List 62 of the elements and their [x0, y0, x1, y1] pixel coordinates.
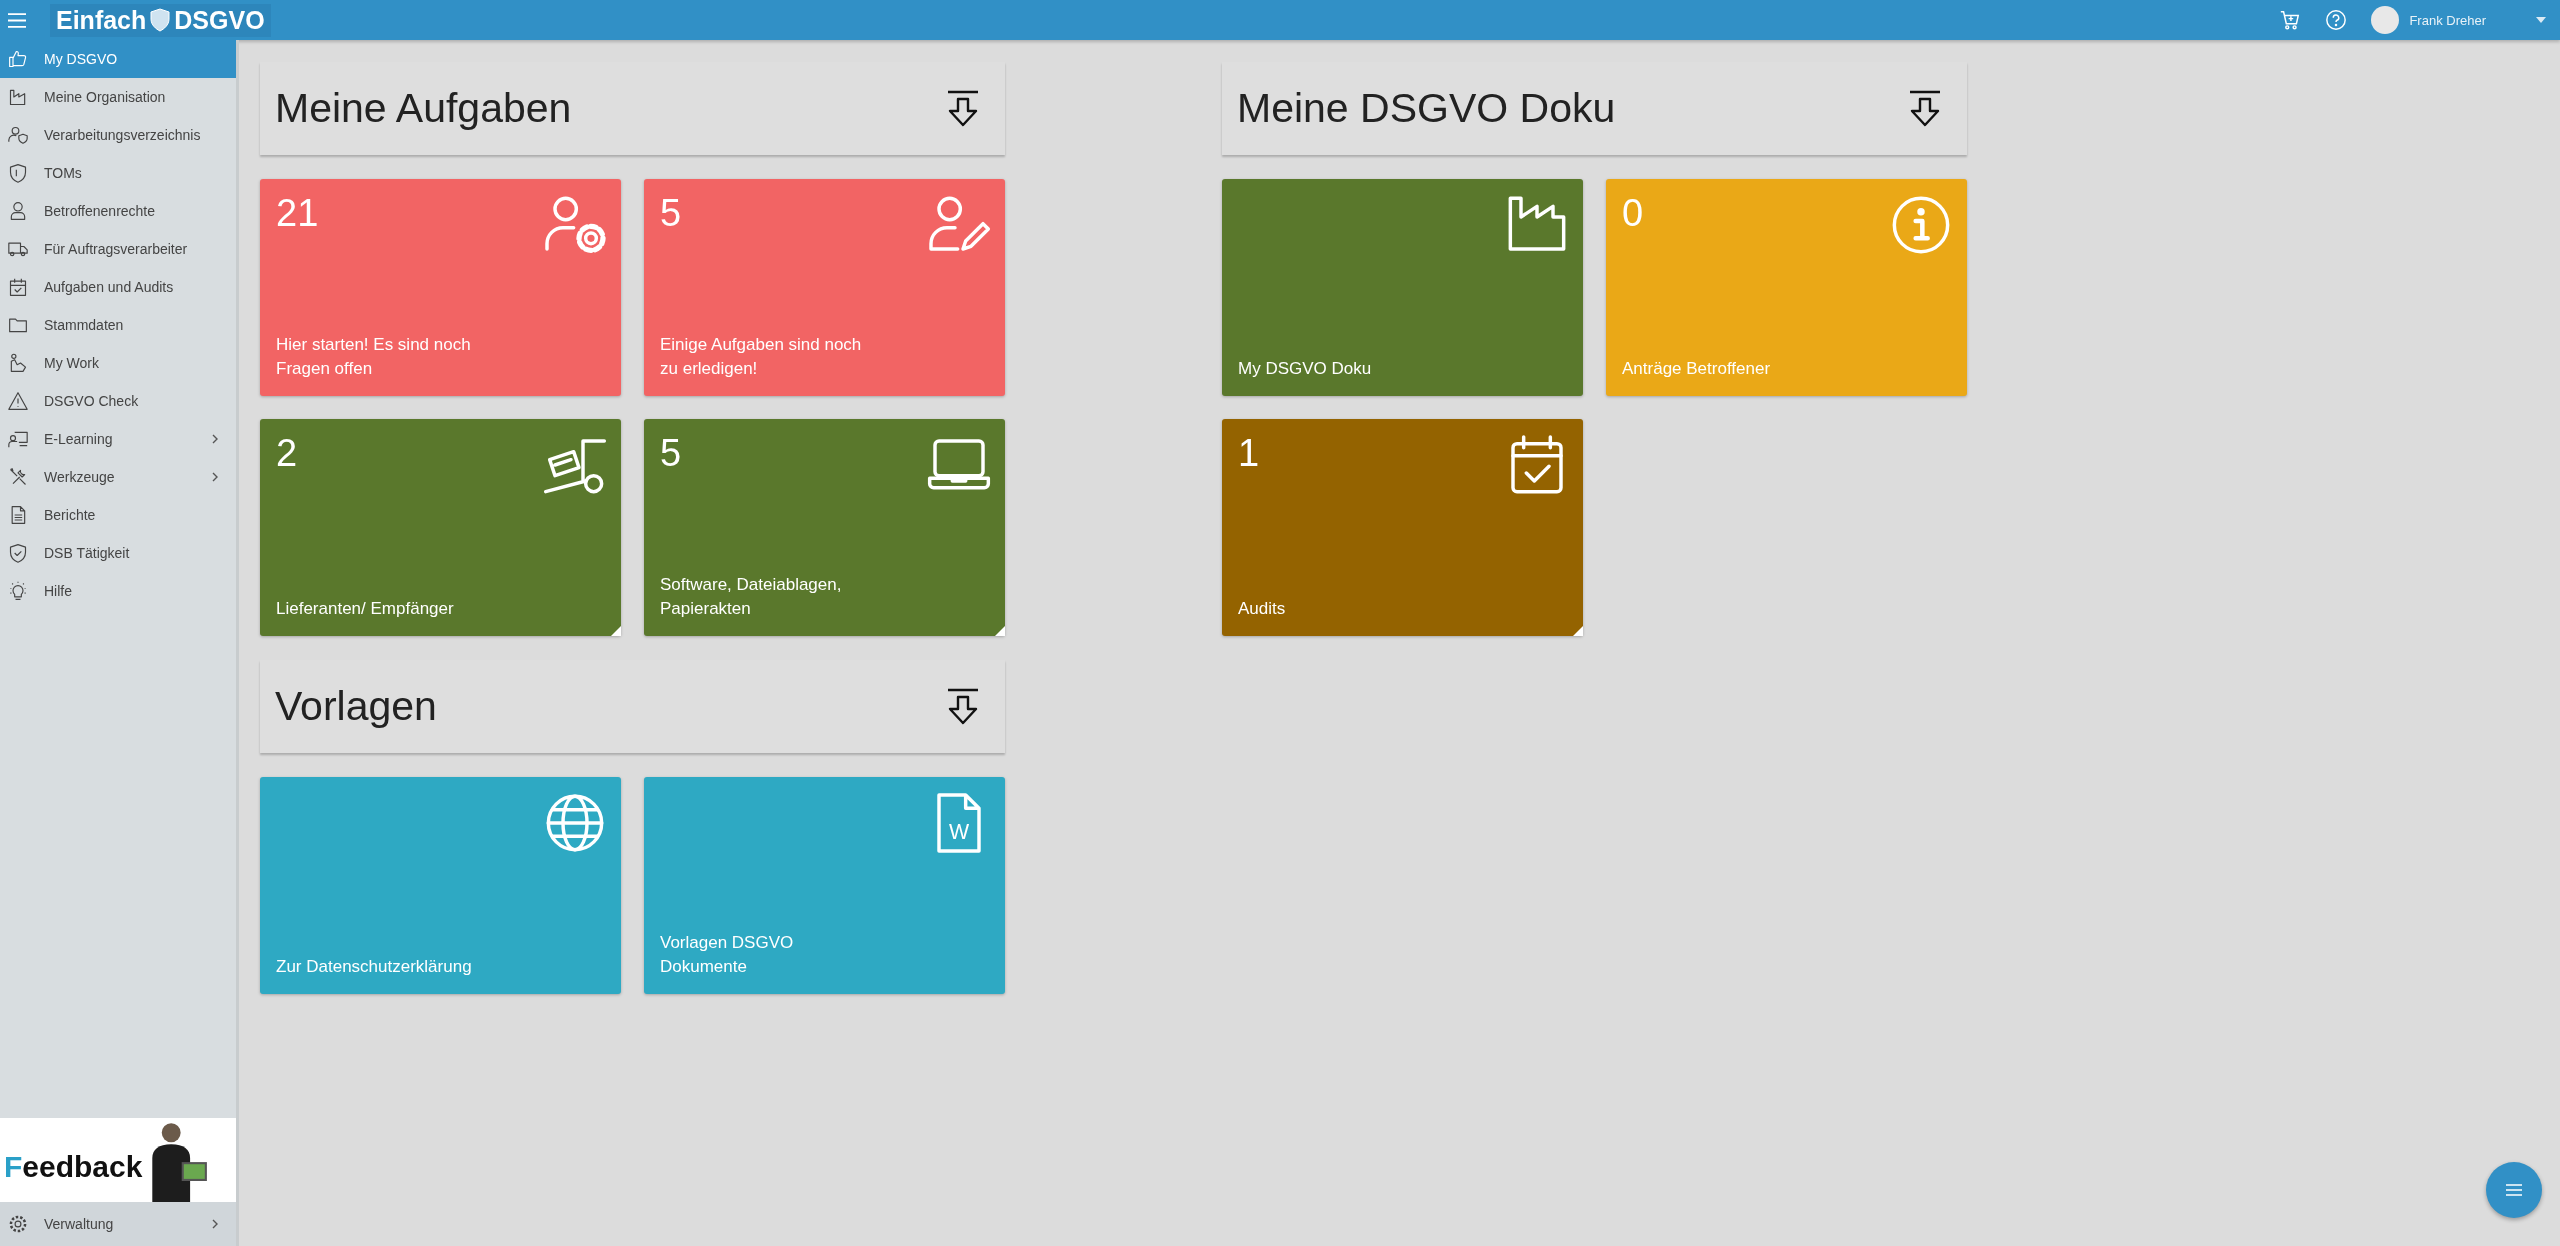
- sidebar-item[interactable]: My Work: [0, 344, 236, 382]
- presentation-icon: [8, 429, 28, 449]
- dashboard-tile[interactable]: 2 Lieferanten/ Empfänger: [260, 419, 621, 636]
- sidebar-item[interactable]: E-Learning: [0, 420, 236, 458]
- dashboard-tile[interactable]: 1 Audits: [1222, 419, 1583, 636]
- factory-icon: [8, 87, 28, 107]
- logo-text: DSGVO: [174, 5, 265, 35]
- avatar[interactable]: [2371, 6, 2400, 34]
- warning-icon: [8, 391, 28, 411]
- tile-label: Einige Aufgaben sind noch zu erledigen!: [660, 333, 863, 381]
- logo[interactable]: Einfach DSGVO: [50, 3, 271, 37]
- sidebar-item[interactable]: Werkzeuge: [0, 458, 236, 496]
- sidebar-item[interactable]: Verwaltung: [0, 1202, 236, 1246]
- caret-icon[interactable]: [2536, 17, 2546, 23]
- sidebar-item[interactable]: Meine Organisation: [0, 78, 236, 116]
- sidebar-item[interactable]: Betroffenenrechte: [0, 192, 236, 230]
- sidebar-item[interactable]: Stammdaten: [0, 306, 236, 344]
- sidebar-item[interactable]: My DSGVO: [0, 40, 236, 78]
- section-title: Vorlagen: [275, 683, 438, 730]
- tile-count: 21: [276, 193, 319, 235]
- sidebar-item[interactable]: DSGVO Check: [0, 382, 236, 420]
- dashboard-tile[interactable]: 5 Software, Dateiablagen, Papierakten: [644, 419, 1005, 636]
- tile-label: Hier starten! Es sind noch Fragen offen: [276, 333, 472, 381]
- sidebar-item[interactable]: Für Auftragsverarbeiter: [0, 230, 236, 268]
- feedback-banner[interactable]: Feedback: [0, 1118, 236, 1202]
- shield-icon: [8, 163, 28, 183]
- cart-icon[interactable]: [2279, 9, 2302, 31]
- tile-label: Audits: [1238, 598, 1287, 621]
- logo-text: Einfach: [56, 5, 147, 35]
- section-title: Meine Aufgaben: [275, 85, 573, 132]
- user-icon: [8, 201, 28, 221]
- tile-label: Anträge Betroffener: [1622, 358, 1772, 381]
- menu-button[interactable]: [2486, 1162, 2542, 1218]
- sidebar-item[interactable]: Verarbeitungsverzeichnis: [0, 116, 236, 154]
- thumbs-up-icon: [8, 49, 28, 69]
- tile-label: Vorlagen DSGVO Dokumente: [660, 931, 795, 979]
- feedback-text: Feedback: [4, 1150, 143, 1184]
- dashboard-tile[interactable]: My DSGVO Doku: [1222, 179, 1583, 396]
- shield-check-icon: [8, 543, 28, 563]
- menu-icon: [2506, 1184, 2522, 1196]
- menu-icon[interactable]: [8, 12, 26, 28]
- section-title: Meine DSGVO Doku: [1237, 85, 1617, 132]
- sidebar-item[interactable]: Berichte: [0, 496, 236, 534]
- tile-count: 1: [1238, 433, 1260, 475]
- help-icon[interactable]: [2325, 9, 2348, 31]
- shield-icon: [150, 8, 171, 32]
- sidebar-item[interactable]: TOMs: [0, 154, 236, 192]
- tile-label: Lieferanten/ Empfänger: [276, 598, 455, 621]
- tile-count: 0: [1622, 193, 1644, 235]
- calendar-check-icon: [8, 277, 28, 297]
- sidebar-item[interactable]: Hilfe: [0, 572, 236, 610]
- user-shield-icon: [8, 125, 28, 145]
- tile-count: 5: [660, 193, 682, 235]
- sidebar-item[interactable]: Aufgaben und Audits: [0, 268, 236, 306]
- tools-icon: [8, 467, 28, 487]
- tile-label: Zur Datenschutzerklärung: [276, 956, 473, 979]
- sidebar-item[interactable]: DSB Tätigkeit: [0, 534, 236, 572]
- tile-count: 2: [276, 433, 298, 475]
- tile-label: Software, Dateiablagen, Papierakten: [660, 573, 843, 621]
- settings-icon: [8, 1214, 28, 1234]
- tile-count: 5: [660, 433, 682, 475]
- tile-label: My DSGVO Doku: [1238, 358, 1373, 381]
